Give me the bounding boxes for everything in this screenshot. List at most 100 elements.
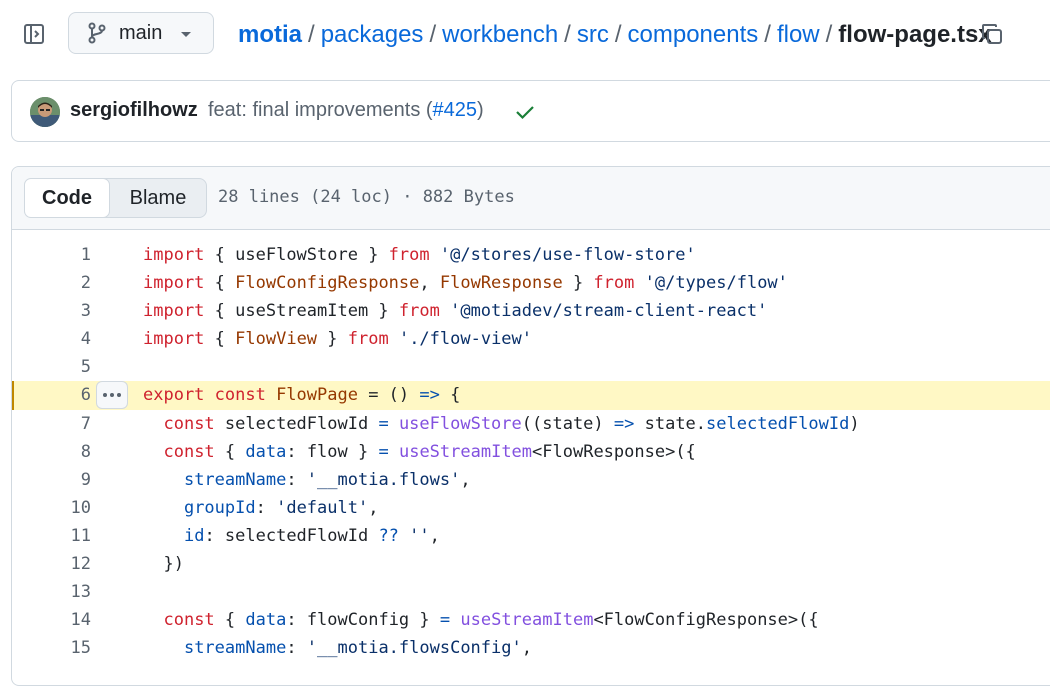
breadcrumb-separator: / [614,21,622,48]
line-number[interactable]: 12 [12,550,91,578]
code-token: : selectedFlowId [204,525,379,546]
code-token: , [521,638,532,659]
line-number[interactable]: 13 [12,578,91,606]
commit-pr-link[interactable]: #425 [433,99,478,121]
code-token: => [419,385,440,406]
commit-message[interactable]: feat: final improvements (#425) [208,99,484,122]
breadcrumb-dir-flow[interactable]: flow [777,21,820,49]
breadcrumb-dir-components[interactable]: components [628,21,759,49]
line-number[interactable]: 11 [12,522,91,550]
line-number[interactable]: 7 [12,410,91,438]
git-branch-icon [88,22,106,44]
tab-code[interactable]: Code [24,178,110,218]
code-token: = [439,610,451,631]
code-token: FlowPage [276,385,358,406]
commit-message-text: feat: final improvements ( [208,99,433,121]
view-mode-toggle: Code Blame [24,178,207,218]
code-token: '__motia.flows' [306,469,461,490]
code-token: groupId [183,497,256,518]
code-token: ) [849,413,860,434]
tab-blame[interactable]: Blame [110,179,206,217]
branch-selector-button[interactable]: main [68,12,214,54]
code-token: FlowView [235,329,318,350]
breadcrumb-separator: / [564,21,571,48]
line-number[interactable]: 8 [12,438,91,466]
code-token: '@/stores/use-flow-store' [429,245,696,265]
code-token: : [286,469,307,490]
code-token: const [163,610,215,631]
code-token: , [419,273,440,294]
sidebar-toggle-button[interactable] [20,20,48,48]
code-token: from [398,301,440,322]
line-number[interactable]: 15 [12,634,91,662]
code-token: export const [143,385,277,406]
line-number[interactable]: 10 [12,494,91,522]
code-token: : [255,497,277,518]
breadcrumb-dir-src[interactable]: src [577,21,609,49]
breadcrumb-separator: / [825,21,833,48]
code-token: selectedFlowId [214,413,379,434]
code-token: const [163,413,215,434]
commit-message-suffix: ) [477,99,484,121]
line-number[interactable]: 3 [12,297,91,325]
code-line: 10 groupId: 'default', [12,494,1050,522]
line-number[interactable]: 14 [12,606,91,634]
line-actions-button[interactable] [96,381,128,410]
breadcrumb: motia / packages / workbench / src / com… [238,19,992,51]
breadcrumb-repo-link[interactable]: motia [238,21,302,49]
code-text: id: selectedFlowId ?? '', [143,522,440,550]
caret-down-icon [181,32,191,37]
code-line: 14 const { data: flowConfig } = useStrea… [12,606,1050,634]
code-line: 15 streamName: '__motia.flowsConfig', [12,634,1050,662]
line-number[interactable]: 2 [12,269,91,297]
code-line: 9 streamName: '__motia.flows', [12,466,1050,494]
code-token: data [245,441,287,462]
code-token: { [214,610,246,631]
check-icon[interactable] [514,101,536,123]
breadcrumb-dir-workbench[interactable]: workbench [442,21,558,49]
code-line: 8 const { data: flow } = useStreamItem<F… [12,438,1050,466]
code-token: useStreamItem [460,610,594,631]
code-token: : flow } [286,441,379,462]
line-number[interactable]: 9 [12,466,91,494]
breadcrumb-separator: / [764,21,771,48]
code-text: import { useStreamItem } from '@motiadev… [143,297,767,325]
code-token: : [286,638,307,659]
code-token: from [388,245,430,265]
code-token: , [368,497,379,518]
code-text: groupId: 'default', [143,494,379,522]
code-token: = () [357,385,420,406]
code-token: { [214,441,246,462]
code-token: useFlowStore [398,413,522,434]
code-text: const { data: flow } = useStreamItem<Flo… [143,438,695,466]
line-number[interactable]: 4 [12,325,91,353]
code-token: } [562,273,594,294]
avatar[interactable] [30,97,60,127]
code-line: 5 [12,353,1050,381]
code-token: { [214,329,236,350]
code-text: import { useFlowStore } from '@/stores/u… [143,241,696,269]
code-text: import { FlowView } from './flow-view' [143,325,532,353]
commit-author[interactable]: sergiofilhowz [70,99,198,122]
breadcrumb-dir-packages[interactable]: packages [321,21,424,49]
code-token: import [143,301,205,322]
code-token: => [613,413,635,434]
code-text: const { data: flowConfig } = useStreamIt… [143,606,818,634]
code-token: = [378,441,389,462]
code-token: FlowResponse [439,273,563,294]
line-number[interactable]: 5 [12,353,91,381]
code-token: '' [409,525,430,546]
code-token: id [183,525,205,546]
line-number[interactable]: 6 [12,381,91,409]
code-token: data [245,610,287,631]
copy-path-button[interactable] [978,20,1006,48]
code-line: 1 import { useFlowStore } from '@/stores/… [12,241,1050,269]
code-token: { useStreamItem } [214,301,399,322]
line-number[interactable]: 1 [12,241,91,269]
